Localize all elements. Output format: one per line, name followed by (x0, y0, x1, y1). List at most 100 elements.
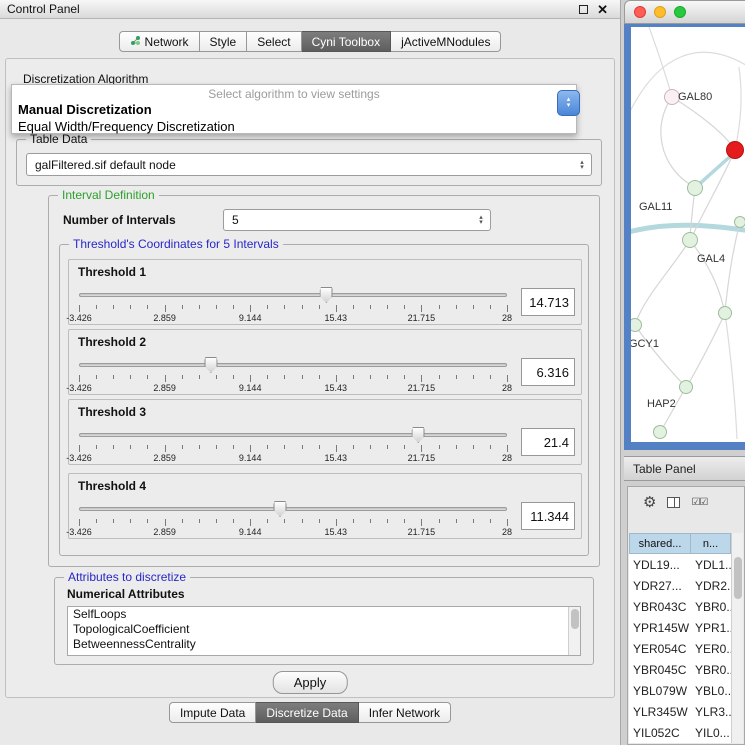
slider-track-area[interactable] (77, 286, 509, 304)
column-header-name[interactable]: n... (691, 533, 731, 554)
threshold-2-label: Threshold 2 (78, 335, 146, 349)
threshold-3-slider[interactable]: -3.4262.8599.14415.4321.71528 (77, 426, 509, 464)
cell[interactable]: YER054C (629, 642, 691, 656)
slider-thumb[interactable] (412, 427, 425, 443)
threshold-3-value-field[interactable]: 21.4 (521, 428, 575, 456)
algorithm-option-equal-width[interactable]: Equal Width/Frequency Discretization (12, 118, 576, 135)
table-scrollbar[interactable] (731, 533, 743, 743)
tab-cyni-toolbox[interactable]: Cyni Toolbox (302, 31, 391, 52)
slider-track[interactable] (79, 433, 507, 437)
network-node[interactable] (734, 216, 745, 228)
table-row[interactable]: YIL052CYIL0... (629, 722, 731, 743)
top-tab-bar: Network Style Select Cyni Toolbox jActiv… (0, 31, 620, 52)
tab-impute-data[interactable]: Impute Data (169, 702, 256, 723)
tab-jactivemnodules[interactable]: jActiveMNodules (391, 31, 501, 52)
algorithm-combo-button[interactable]: ▴ ▾ (557, 90, 580, 116)
tab-label: Cyni Toolbox (312, 35, 380, 49)
zoom-button[interactable] (674, 6, 686, 18)
threshold-1-slider[interactable]: -3.4262.8599.14415.4321.71528 (77, 286, 509, 324)
cell[interactable]: YER0... (691, 642, 731, 656)
slider-track[interactable] (79, 293, 507, 297)
slider-thumb[interactable] (320, 287, 333, 303)
cell[interactable]: YPR1... (691, 621, 731, 635)
tab-select[interactable]: Select (247, 31, 301, 52)
slider-track[interactable] (79, 507, 507, 511)
table-row[interactable]: YBR045CYBR0... (629, 659, 731, 680)
threshold-4-label: Threshold 4 (78, 479, 146, 493)
algorithm-option-manual[interactable]: Manual Discretization (12, 101, 576, 118)
cell[interactable]: YBR0... (691, 600, 731, 614)
table-data-combo[interactable]: galFiltered.sif default node ▴ ▾ (26, 153, 592, 176)
scrollbar-thumb[interactable] (734, 557, 742, 599)
network-node[interactable] (718, 306, 732, 320)
minimize-button[interactable] (654, 6, 666, 18)
close-button[interactable] (634, 6, 646, 18)
threshold-2-value-field[interactable]: 6.316 (521, 358, 575, 386)
slider-track-area[interactable] (77, 500, 509, 518)
cell[interactable]: YDL19... (629, 558, 691, 572)
number-of-intervals-spinner[interactable]: 5 ▴ ▾ (223, 209, 491, 231)
cell[interactable]: YLR345W (629, 705, 691, 719)
cell[interactable]: YBR0... (691, 663, 731, 677)
cell[interactable]: YIL0... (691, 726, 731, 740)
network-frame: GAL80 GAL11 GAL4 GCY1 HAP2 (624, 24, 745, 450)
tab-style[interactable]: Style (200, 31, 248, 52)
cell[interactable]: YBR043C (629, 600, 691, 614)
cell[interactable]: YBL079W (629, 684, 691, 698)
cell[interactable]: YDL1... (691, 558, 731, 572)
network-canvas[interactable]: GAL80 GAL11 GAL4 GCY1 HAP2 (631, 27, 745, 442)
slider-thumb[interactable] (274, 501, 287, 517)
threshold-4-value-field[interactable]: 11.344 (521, 502, 575, 530)
algorithm-combo-placeholder[interactable]: Select algorithm to view settings (12, 85, 576, 101)
gear-icon[interactable]: ⚙ (643, 493, 656, 511)
tab-label: Impute Data (180, 706, 245, 720)
tab-label: Style (210, 35, 237, 49)
maximize-icon[interactable] (579, 5, 588, 14)
slider-track[interactable] (79, 363, 507, 367)
slider-track-area[interactable] (77, 356, 509, 374)
tab-discretize-data[interactable]: Discretize Data (256, 702, 358, 723)
table-row[interactable]: YBL079WYBL0... (629, 680, 731, 701)
threshold-2-slider[interactable]: -3.4262.8599.14415.4321.71528 (77, 356, 509, 394)
columns-icon[interactable] (667, 497, 680, 508)
list-item[interactable]: SelfLoops (68, 607, 580, 622)
cell[interactable]: YBL0... (691, 684, 731, 698)
attributes-group: Attributes to discretize Numerical Attri… (54, 577, 594, 665)
table-row[interactable]: YBR043CYBR0... (629, 596, 731, 617)
interval-definition-group: Interval Definition Number of Intervals … (48, 195, 600, 567)
threshold-3-row: -3.4262.8599.14415.4321.71528 21.4 (77, 426, 575, 464)
combo-stepper-icon: ▴ ▾ (474, 215, 490, 225)
cell[interactable]: YIL052C (629, 726, 691, 740)
column-header-shared-name[interactable]: shared... (629, 533, 691, 554)
network-node-selected-red[interactable] (726, 141, 744, 159)
cell[interactable]: YDR2... (691, 579, 731, 593)
network-node[interactable] (653, 425, 667, 439)
slider-thumb[interactable] (204, 357, 217, 373)
slider-track-area[interactable] (77, 426, 509, 444)
list-item[interactable]: BetweennessCentrality (68, 637, 580, 652)
close-icon[interactable]: ✕ (597, 3, 608, 16)
network-node-hap2[interactable] (679, 380, 693, 394)
threshold-1-value-field[interactable]: 14.713 (521, 288, 575, 316)
apply-button[interactable]: Apply (273, 671, 348, 694)
cell[interactable]: YPR145W (629, 621, 691, 635)
scrollbar-thumb[interactable] (571, 609, 579, 629)
table-row[interactable]: YLR345WYLR3... (629, 701, 731, 722)
node-label-gal80: GAL80 (678, 91, 712, 103)
cell[interactable]: YDR27... (629, 579, 691, 593)
list-scrollbar[interactable] (568, 607, 580, 655)
threshold-4-slider[interactable]: -3.4262.8599.14415.4321.71528 (77, 500, 509, 538)
tab-infer-network[interactable]: Infer Network (359, 702, 451, 723)
select-columns-checkboxes-icon[interactable]: ☑☑ (691, 497, 707, 508)
thresholds-group-label: Threshold's Coordinates for 5 Intervals (69, 237, 283, 251)
table-row[interactable]: YDL19...YDL1... (629, 554, 731, 575)
network-node-gal4[interactable] (682, 232, 698, 248)
cell[interactable]: YBR045C (629, 663, 691, 677)
cell[interactable]: YLR3... (691, 705, 731, 719)
network-node[interactable] (687, 180, 703, 196)
tab-network[interactable]: Network (119, 31, 200, 52)
table-row[interactable]: YDR27...YDR2... (629, 575, 731, 596)
list-item[interactable]: TopologicalCoefficient (68, 622, 580, 637)
table-row[interactable]: YPR145WYPR1... (629, 617, 731, 638)
table-row[interactable]: YER054CYER0... (629, 638, 731, 659)
